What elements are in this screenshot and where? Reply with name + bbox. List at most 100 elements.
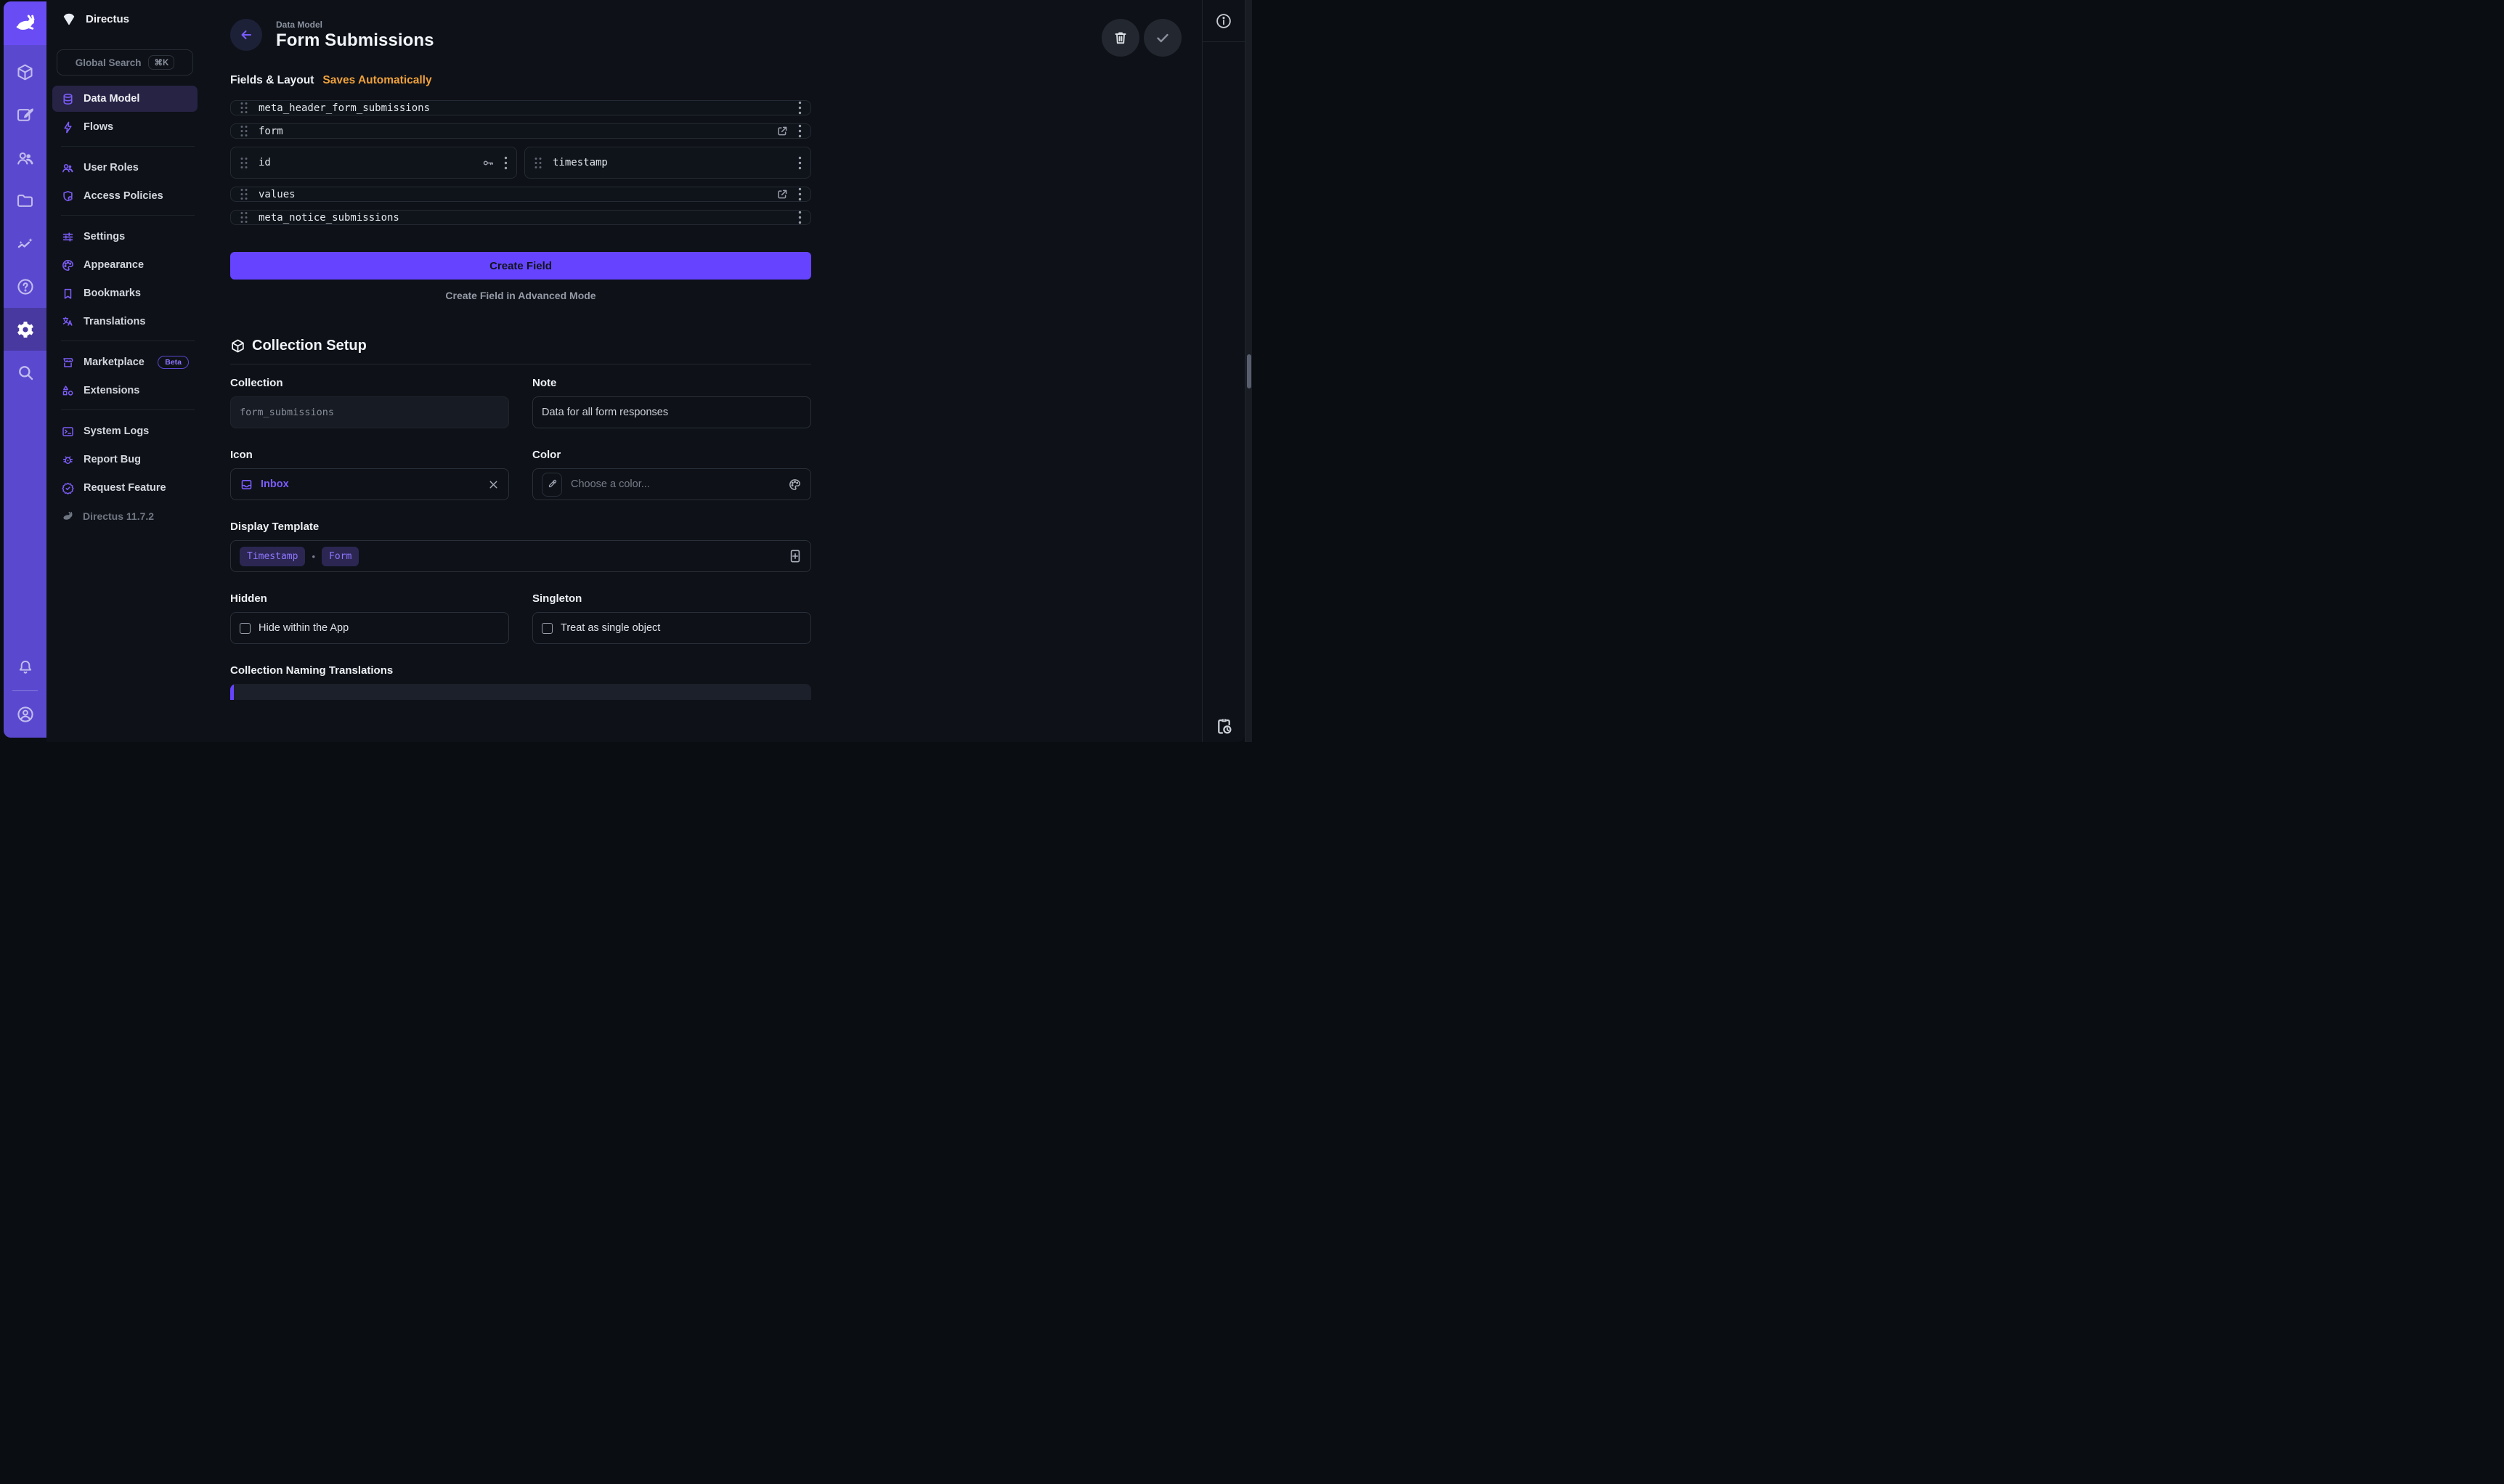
module-settings[interactable] [4, 308, 46, 351]
scrollbar-track[interactable] [1245, 0, 1252, 742]
field-row-pair: id ti [230, 147, 811, 179]
hidden-toggle[interactable]: Hide within the App [230, 612, 509, 644]
sidebar-item-settings[interactable]: Settings [52, 224, 198, 250]
singleton-checkbox[interactable] [542, 623, 553, 634]
color-placeholder: Choose a color... [571, 478, 650, 490]
module-search[interactable] [4, 351, 46, 394]
shield-user-icon [61, 189, 75, 203]
notifications-button[interactable] [4, 647, 46, 688]
project-name: Directus [86, 13, 129, 25]
module-insights[interactable] [4, 222, 46, 265]
module-files[interactable] [4, 179, 46, 222]
sidebar-nav: Data Model Flows User Roles Access Poli [46, 76, 203, 529]
sidebar-item-label: System Logs [84, 425, 149, 437]
sidebar-item-report-bug[interactable]: Report Bug [52, 447, 198, 473]
field-row-timestamp[interactable]: timestamp [524, 147, 811, 179]
navigation-sidebar: Directus Global Search ⌘K Data Model Flo… [46, 0, 203, 742]
project-header[interactable]: Directus [46, 0, 203, 38]
module-users[interactable] [4, 136, 46, 179]
module-content[interactable] [4, 51, 46, 94]
field-name: timestamp [553, 157, 608, 168]
sidebar-item-label: Marketplace [84, 356, 145, 368]
page-header: Data Model Form Submissions [230, 19, 811, 51]
module-editor[interactable] [4, 94, 46, 136]
singleton-toggle[interactable]: Treat as single object [532, 612, 811, 644]
display-template-label: Display Template [230, 521, 811, 533]
clipboard-clock-icon[interactable] [1214, 717, 1234, 736]
global-search-input[interactable]: Global Search ⌘K [57, 49, 193, 76]
sidebar-item-access-policies[interactable]: Access Policies [52, 183, 198, 209]
drag-handle-icon[interactable] [240, 102, 248, 114]
user-account-button[interactable] [4, 694, 46, 735]
hidden-label: Hidden [230, 592, 509, 605]
open-relation-icon[interactable] [776, 187, 789, 201]
sidebar-item-label: Bookmarks [84, 288, 141, 299]
directus-rabbit-logo[interactable] [4, 1, 46, 45]
drag-handle-icon[interactable] [240, 157, 248, 169]
gear-icon [15, 319, 36, 340]
field-row-id[interactable]: id [230, 147, 517, 179]
color-input[interactable]: Choose a color... [532, 468, 811, 500]
sidebar-item-request-feature[interactable]: Request Feature [52, 475, 198, 501]
scrollbar-thumb[interactable] [1247, 354, 1251, 388]
note-input[interactable]: Data for all form responses [532, 396, 811, 428]
drag-handle-icon[interactable] [240, 211, 248, 224]
clear-icon-button[interactable] [487, 478, 500, 491]
inbox-icon [240, 478, 253, 492]
sidebar-activity-section [1203, 717, 1245, 736]
drag-handle-icon[interactable] [240, 188, 248, 200]
hidden-checkbox[interactable] [240, 623, 251, 634]
singleton-label: Singleton [532, 592, 811, 605]
template-separator: • [312, 551, 315, 562]
sidebar-item-bookmarks[interactable]: Bookmarks [52, 280, 198, 306]
create-field-advanced-link[interactable]: Create Field in Advanced Mode [230, 290, 811, 301]
save-button[interactable] [1144, 19, 1182, 57]
sidebar-item-flows[interactable]: Flows [52, 114, 198, 140]
template-chip-timestamp[interactable]: Timestamp [240, 547, 305, 566]
icon-input[interactable]: Inbox [230, 468, 509, 500]
sidebar-item-data-model[interactable]: Data Model [52, 86, 198, 112]
open-relation-icon[interactable] [776, 124, 789, 138]
sidebar-item-user-roles[interactable]: User Roles [52, 155, 198, 181]
sidebar-item-marketplace[interactable]: Marketplace Beta [52, 349, 198, 375]
field-row-meta-header[interactable]: meta_header_form_submissions [230, 100, 811, 115]
sidebar-item-appearance[interactable]: Appearance [52, 252, 198, 278]
info-icon[interactable] [1214, 12, 1233, 30]
create-field-button[interactable]: Create Field [230, 252, 811, 280]
kebab-menu-icon[interactable] [798, 211, 802, 224]
delete-collection-button[interactable] [1102, 19, 1139, 57]
kebab-menu-icon[interactable] [798, 156, 802, 170]
module-help[interactable] [4, 265, 46, 308]
kebab-menu-icon[interactable] [798, 101, 802, 115]
breadcrumb[interactable]: Data Model [276, 20, 434, 30]
naming-translations-widget[interactable] [230, 684, 811, 700]
kebab-menu-icon[interactable] [798, 187, 802, 201]
kebab-menu-icon[interactable] [798, 124, 802, 138]
palette-icon[interactable] [788, 478, 802, 492]
template-chip-form[interactable]: Form [322, 547, 359, 566]
collection-input: form_submissions [230, 396, 509, 428]
sidebar-item-system-logs[interactable]: System Logs [52, 418, 198, 444]
sidebar-item-translations[interactable]: Translations [52, 309, 198, 335]
drag-handle-icon[interactable] [240, 125, 248, 137]
field-list: meta_header_form_submissions form [230, 100, 811, 225]
collection-value: form_submissions [240, 407, 334, 418]
field-row-values[interactable]: values [230, 187, 811, 202]
trash-icon [1112, 29, 1129, 46]
beta-badge: Beta [158, 356, 189, 369]
bell-icon [16, 658, 35, 677]
translate-icon [61, 315, 75, 329]
collection-setup-header: Collection Setup [230, 338, 811, 354]
color-swatch-button[interactable] [542, 473, 562, 497]
display-template-input[interactable]: Timestamp • Form [230, 540, 811, 572]
back-button[interactable] [230, 19, 262, 51]
naming-translations-field: Collection Naming Translations [230, 664, 811, 700]
drag-handle-icon[interactable] [534, 157, 542, 169]
sidebar-item-extensions[interactable]: Extensions [52, 378, 198, 404]
note-label: Note [532, 377, 811, 389]
kebab-menu-icon[interactable] [504, 156, 508, 170]
palette-icon [61, 258, 75, 272]
field-row-meta-notice[interactable]: meta_notice_submissions [230, 210, 811, 225]
field-row-form[interactable]: form [230, 123, 811, 139]
add-field-icon[interactable] [789, 549, 802, 563]
